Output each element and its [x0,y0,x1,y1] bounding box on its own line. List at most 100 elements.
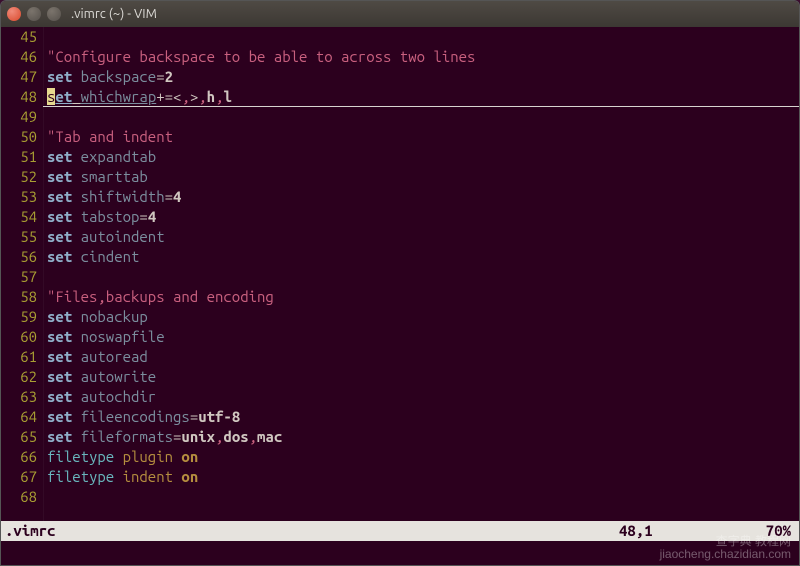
line-number: 49 [1,107,37,127]
token [72,348,80,365]
token [72,428,80,445]
token: set [47,68,72,85]
code-line[interactable]: set smarttab [47,167,799,187]
editor-area[interactable]: 4546474849505152535455565758596061626364… [1,27,799,521]
token [72,88,80,105]
code-line[interactable]: filetype plugin on [47,447,799,467]
window-title: .vimrc (~) - VIM [71,7,157,21]
line-number: 66 [1,447,37,467]
code-line[interactable]: set nobackup [47,307,799,327]
token: , [249,428,257,445]
token: set [47,328,72,345]
code-line[interactable]: set expandtab [47,147,799,167]
code-line[interactable]: set autochdir [47,387,799,407]
token: set [47,408,72,425]
line-number: 59 [1,307,37,327]
token: set [47,388,72,405]
token: on [181,468,198,485]
token: l [223,88,231,105]
line-number: 45 [1,27,37,47]
token: autochdir [81,388,157,405]
token: on [181,448,198,465]
code-line[interactable]: set whichwrap+=<,>,h,l [47,87,799,107]
token: set [47,368,72,385]
code-line[interactable] [47,107,799,127]
token: fileencodings [81,408,190,425]
code-line[interactable]: set fileformats=unix,dos,mac [47,427,799,447]
token: filetype [47,448,114,465]
code-line[interactable] [47,487,799,507]
token: = [156,68,164,85]
maximize-icon[interactable] [47,7,61,21]
token: set [47,168,72,185]
window-controls [7,7,61,21]
token: whichwrap [81,88,157,105]
code-line[interactable]: "Files,backups and encoding [47,287,799,307]
vim-window: .vimrc (~) - VIM 45464748495051525354555… [0,0,800,566]
token: set [47,228,72,245]
line-number-gutter: 4546474849505152535455565758596061626364… [1,27,43,521]
line-number: 68 [1,487,37,507]
token [72,388,80,405]
code-line[interactable]: set autoread [47,347,799,367]
token [72,208,80,225]
token: smarttab [81,168,148,185]
token: set [47,208,72,225]
line-number: 51 [1,147,37,167]
token: et [55,88,72,105]
code-line[interactable]: set autowrite [47,367,799,387]
token: plugin [123,448,173,465]
cursor-line-underline [43,106,799,107]
token: 4 [173,188,181,205]
code-line[interactable] [47,27,799,47]
code-line[interactable]: set fileencodings=utf-8 [47,407,799,427]
code-line[interactable]: set tabstop=4 [47,207,799,227]
token [72,148,80,165]
watermark: 查字典 教程网 jiaocheng.chazidian.com [660,535,791,561]
token: "Files,backups and encoding [47,288,274,305]
titlebar[interactable]: .vimrc (~) - VIM [1,1,799,27]
token: cindent [81,248,140,265]
code-line[interactable]: "Configure backspace to be able to acros… [47,47,799,67]
line-number: 55 [1,227,37,247]
token: noswapfile [81,328,165,345]
code-line[interactable]: set autoindent [47,227,799,247]
token [114,448,122,465]
token: set [47,428,72,445]
token: "Tab and indent [47,128,173,145]
minimize-icon[interactable] [27,7,41,21]
token: set [47,348,72,365]
code-line[interactable] [47,267,799,287]
token [72,68,80,85]
token [72,328,80,345]
code-line[interactable]: filetype indent on [47,467,799,487]
token [72,248,80,265]
token: = [165,188,173,205]
token: 4 [148,208,156,225]
code-line[interactable]: set backspace=2 [47,67,799,87]
code-line[interactable]: set noswapfile [47,327,799,347]
code-area[interactable]: "Configure backspace to be able to acros… [43,27,799,521]
token [72,308,80,325]
line-number: 53 [1,187,37,207]
token: +=< [156,88,181,105]
code-line[interactable]: "Tab and indent [47,127,799,147]
code-line[interactable]: set shiftwidth=4 [47,187,799,207]
line-number: 50 [1,127,37,147]
line-number: 65 [1,427,37,447]
token: backspace [81,68,157,85]
code-line[interactable]: set cindent [47,247,799,267]
token: mac [257,428,282,445]
token [72,228,80,245]
command-area[interactable]: 查字典 教程网 jiaocheng.chazidian.com [1,541,799,565]
token: autoread [81,348,148,365]
close-icon[interactable] [7,7,21,21]
token: set [47,308,72,325]
token: = [139,208,147,225]
token: tabstop [81,208,140,225]
line-number: 57 [1,267,37,287]
token [72,408,80,425]
line-number: 48 [1,87,37,107]
line-number: 46 [1,47,37,67]
token: "Configure backspace to be able to acros… [47,48,475,65]
